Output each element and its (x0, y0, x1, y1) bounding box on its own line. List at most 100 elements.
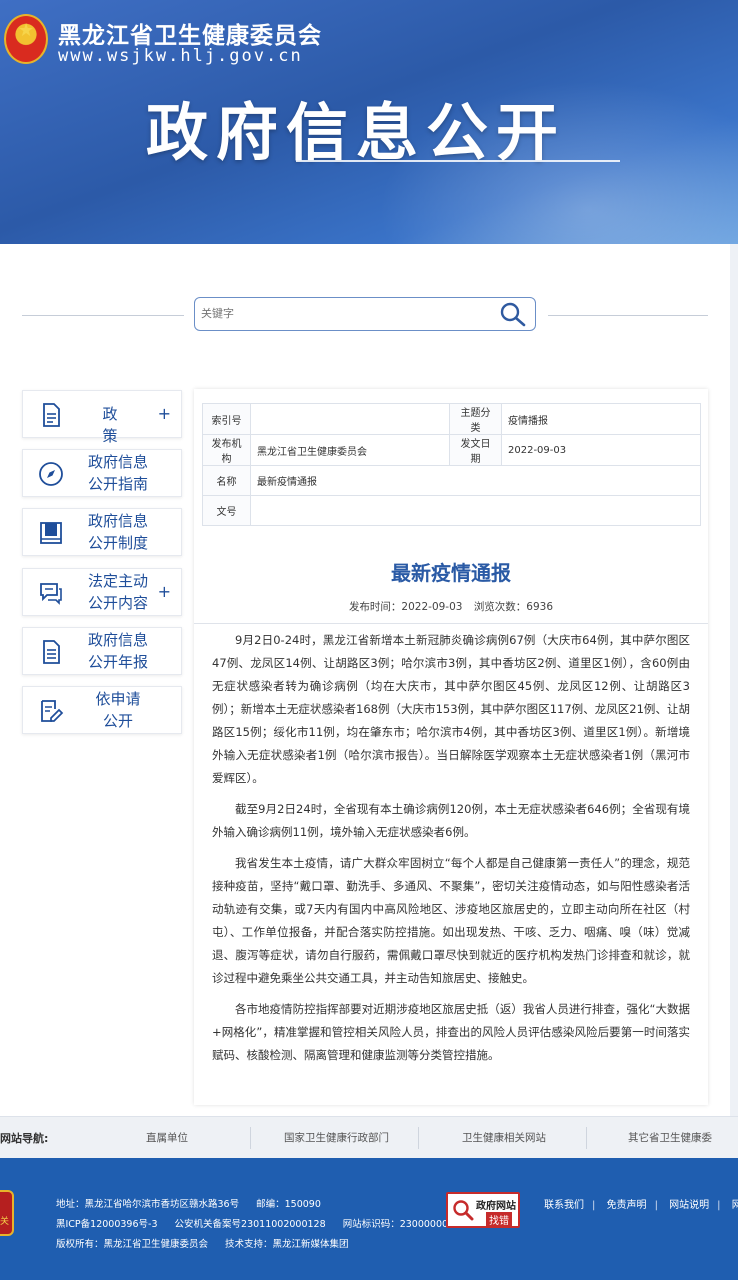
table-row: 文号 (202, 495, 701, 526)
sidebar-item-label-line1: 政府信息 (87, 512, 148, 530)
site-nav-link[interactable]: 其它省卫生健康委 (628, 1130, 712, 1145)
sidebar-item-label-line1: 依申请 (95, 690, 141, 708)
sidebar-item-label-line2: 公开 (102, 712, 133, 730)
banner-title: 政府信息公开 (146, 96, 567, 169)
footer-tech-support: 技术支持：黑龙江新媒体集团 (225, 1239, 349, 1250)
edit-icon (41, 700, 64, 722)
publish-time: 发布时间：2022-09-03 (348, 601, 463, 613)
book-icon (40, 522, 62, 544)
sidebar-item-label: 依申请 公开 (73, 688, 163, 732)
document-icon (43, 403, 60, 427)
site-nav-separator (250, 1127, 251, 1149)
search-divider-left (22, 315, 184, 316)
name-value: 最新疫情通报 (250, 465, 701, 496)
doc-no-value (250, 495, 701, 526)
sidebar-item-label-line1: 政府信息 (87, 631, 148, 649)
site-url: www.wsjkw.hlj.gov.cn (58, 46, 303, 66)
magnifier-icon (453, 1200, 474, 1221)
sidebar-item-annual-report[interactable]: 政府信息 公开年报 (22, 627, 182, 675)
table-row: 名称 最新疫情通报 (202, 465, 701, 496)
error-box-subtitle: 找错 (486, 1212, 512, 1227)
article-paragraph: 我省发生本土疫情，请广大群众牢固树立“每个人都是自己健康第一责任人”的理念，规范… (212, 856, 690, 985)
site-footer: 关 地址：黑龙江省哈尔滨市香坊区赣水路36号 邮编：150090 黑ICP备12… (0, 1158, 738, 1280)
category-value: 疫情播报 (501, 403, 701, 435)
sidebar-item-label: 政府信息 公开制度 (73, 510, 163, 554)
sidebar-item-label: 法定主动 公开内容 (73, 570, 163, 614)
footer-police-record[interactable]: 公安机关备案号23011002000128 (175, 1219, 326, 1230)
footer-copyright-line: 版权所有：黑龙江省卫生健康委员会 技术支持：黑龙江新媒体集团 (56, 1236, 363, 1250)
site-header: ★ 黑龙江省卫生健康委员会 www.wsjkw.hlj.gov.cn 政府信息公… (0, 0, 738, 244)
article-paragraph: 各市地疫情防控指挥部要对近期涉疫地区旅居史抵（返）我省人员进行排查，强化“大数据… (212, 1002, 690, 1062)
error-box-title: 政府网站 (476, 1201, 516, 1212)
footer-record-line: 黑ICP备12000396号-3 公安机关备案号23011002000128 网… (56, 1216, 474, 1230)
site-nav-link[interactable]: 国家卫生健康行政部门 (284, 1130, 389, 1145)
publisher-label: 发布机构 (202, 434, 251, 466)
site-name[interactable]: 黑龙江省卫生健康委员会 (58, 16, 322, 50)
report-icon (43, 640, 60, 664)
table-row: 发布机构 黑龙江省卫生健康委员会 发文日期 2022-09-03 (202, 434, 701, 466)
compass-icon (39, 462, 63, 486)
site-nav-link[interactable]: 卫生健康相关网站 (462, 1130, 546, 1145)
document-meta-table: 索引号 主题分类 疫情播报 发布机构 黑龙江省卫生健康委员会 发文日期 2022… (202, 403, 701, 526)
footer-postcode: 邮编：150090 (256, 1199, 321, 1210)
footer-icp[interactable]: 黑ICP备12000396号-3 (56, 1219, 158, 1230)
sidebar-item-application[interactable]: 依申请 公开 (22, 686, 182, 734)
search-icon[interactable] (499, 301, 527, 327)
footer-link-contact[interactable]: 联系我们 (544, 1200, 584, 1211)
doc-no-label: 文号 (202, 495, 251, 526)
footer-link-site-info[interactable]: 网站说明 (669, 1200, 709, 1211)
article-paragraph: 9月2日0-24时，黑龙江省新增本土新冠肺炎确诊病例67例（大庆市64例，其中萨… (212, 633, 690, 785)
sidebar-item-statutory[interactable]: 法定主动 公开内容 + (22, 568, 182, 616)
footer-link-separator: | (717, 1200, 721, 1211)
sidebar-item-policy[interactable]: 政 策 + (22, 390, 182, 445)
sidebar-item-label: 政 策 (102, 405, 130, 445)
table-row: 索引号 主题分类 疫情播报 (202, 403, 701, 435)
sidebar-item-label: 政府信息 公开年报 (73, 629, 163, 673)
article-body: 9月2日0-24时，黑龙江省新增本土新冠肺炎确诊病例67例（大庆市64例，其中萨… (212, 629, 690, 1075)
article-divider (194, 623, 708, 624)
police-badge-icon[interactable]: 关 (0, 1190, 14, 1236)
category-label: 主题分类 (449, 403, 502, 435)
article-meta: 发布时间：2022-09-03 浏览次数：6936 (194, 599, 708, 614)
footer-site-code: 网站标识码：2300000070 (342, 1219, 461, 1230)
sidebar-item-label-line1: 法定主动 (87, 572, 148, 590)
expand-plus-icon[interactable]: + (158, 582, 171, 601)
site-nav-title: 网站导航: (0, 1132, 49, 1145)
site-nav-link[interactable]: 直属单位 (146, 1130, 188, 1145)
badge-text: 关 (0, 1217, 10, 1227)
sidebar-item-label-line1: 政府信息 (87, 453, 148, 471)
site-navigation-bar: 网站导航: 直属单位 国家卫生健康行政部门 卫生健康相关网站 其它省卫生健康委 (0, 1116, 738, 1158)
sidebar-item-label-line2: 公开年报 (87, 653, 148, 671)
search-box (194, 297, 536, 331)
sidebar-item-guide[interactable]: 政府信息 公开指南 (22, 449, 182, 497)
footer-copyright: 版权所有：黑龙江省卫生健康委员会 (56, 1239, 209, 1250)
index-value (250, 403, 450, 435)
footer-address-line: 地址：黑龙江省哈尔滨市香坊区赣水路36号 邮编：150090 (56, 1196, 335, 1210)
national-emblem-icon: ★ (4, 14, 48, 64)
sidebar-item-system[interactable]: 政府信息 公开制度 (22, 508, 182, 556)
sidebar-item-label-line2: 公开制度 (87, 534, 148, 552)
chat-icon (40, 583, 62, 605)
footer-link-separator: | (592, 1200, 596, 1211)
date-label: 发文日期 (449, 434, 502, 466)
article-title: 最新疫情通报 (391, 561, 511, 585)
name-label: 名称 (202, 465, 251, 496)
sidebar-item-label-line2: 公开内容 (87, 594, 148, 612)
footer-link-separator: | (654, 1200, 658, 1211)
site-nav-separator (586, 1127, 587, 1149)
date-value: 2022-09-03 (501, 434, 701, 466)
expand-plus-icon[interactable]: + (158, 404, 171, 423)
site-nav-separator (418, 1127, 419, 1149)
article-paragraph: 截至9月2日24时，全省现有本土确诊病例120例，本土无症状感染者646例；全省… (212, 802, 690, 839)
footer-link-site[interactable]: 网站 (732, 1200, 738, 1211)
footer-link-disclaimer[interactable]: 免责声明 (607, 1200, 647, 1211)
footer-address: 地址：黑龙江省哈尔滨市香坊区赣水路36号 (56, 1199, 240, 1210)
search-divider-right (548, 315, 708, 316)
article-panel: 索引号 主题分类 疫情播报 发布机构 黑龙江省卫生健康委员会 发文日期 2022… (194, 389, 708, 1105)
index-label: 索引号 (202, 403, 251, 435)
report-error-button[interactable]: 政府网站 找错 (446, 1192, 520, 1228)
view-count: 浏览次数：6936 (473, 601, 554, 613)
banner-underline (296, 160, 620, 162)
search-input[interactable] (201, 302, 481, 326)
sidebar-item-label: 政府信息 公开指南 (73, 451, 163, 495)
